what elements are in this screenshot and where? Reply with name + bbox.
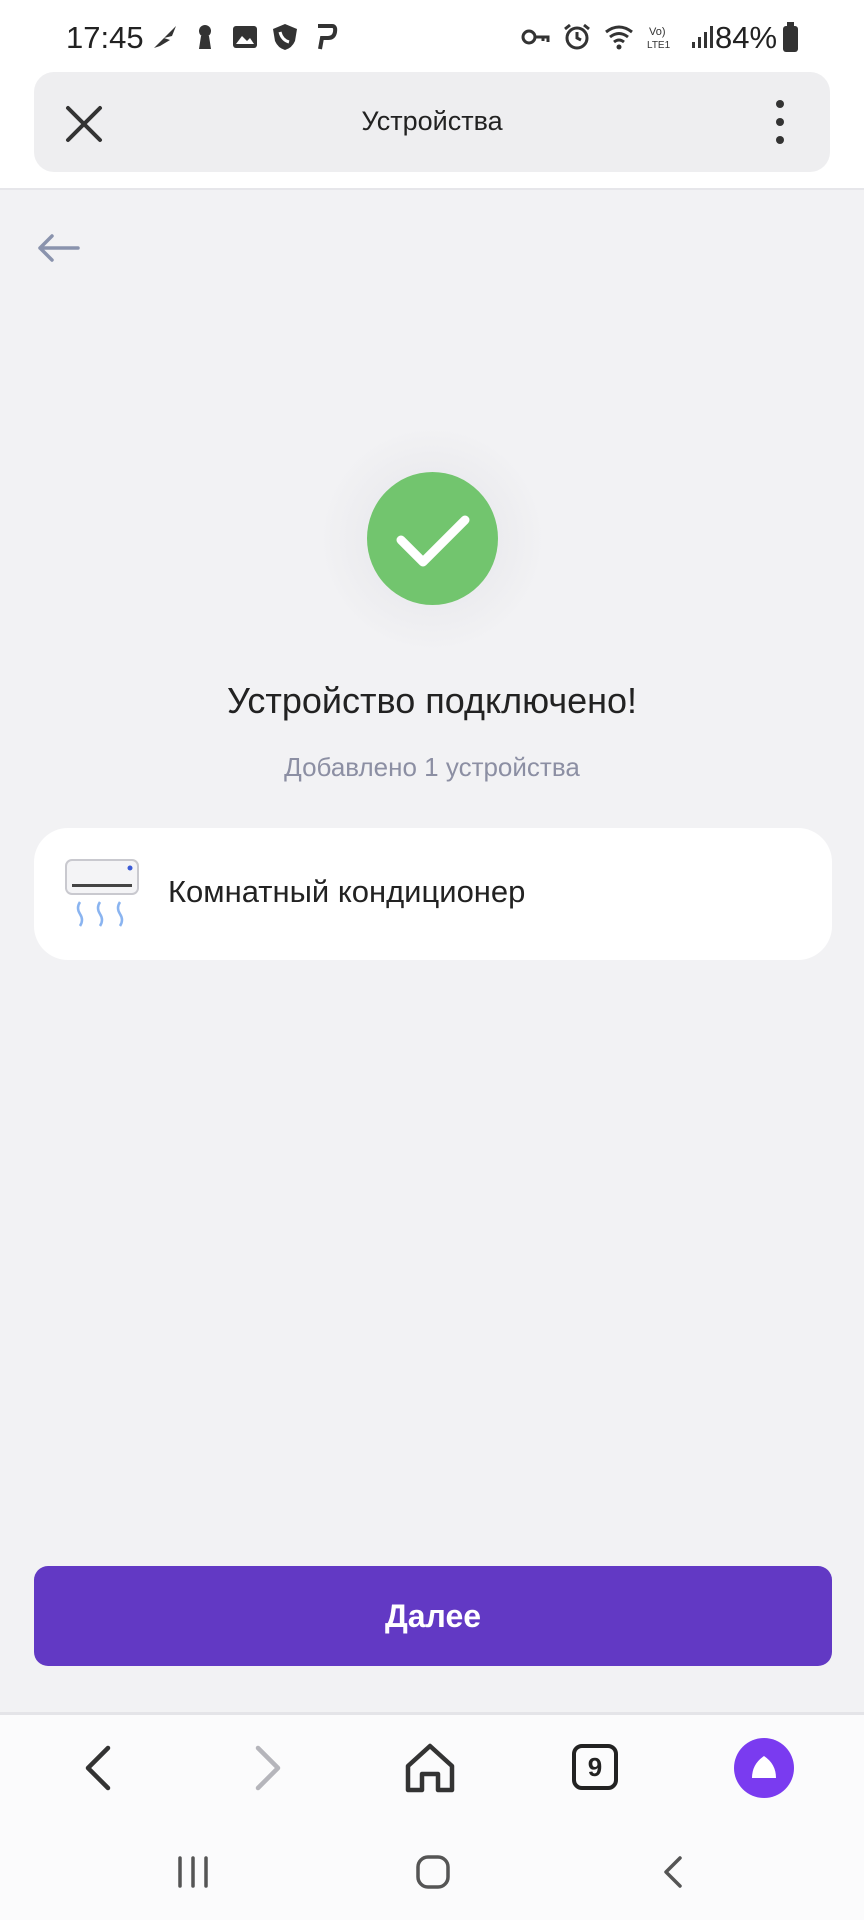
success-circle: [367, 472, 498, 605]
more-vertical-icon[interactable]: [766, 98, 794, 148]
status-time: 17:45: [66, 20, 144, 55]
home-icon[interactable]: [400, 1738, 460, 1798]
p-icon: [318, 24, 338, 50]
checkmark-icon: [396, 515, 470, 567]
key-icon: [521, 29, 550, 45]
recent-apps-icon[interactable]: [168, 1852, 218, 1892]
status-right-icons: Vo) LTE1: [520, 22, 718, 52]
feather-icon: [154, 26, 176, 48]
alice-icon[interactable]: [734, 1738, 794, 1798]
home-circle-icon[interactable]: [408, 1852, 458, 1892]
signal-icon: [692, 26, 713, 48]
shield-call-icon: [273, 24, 297, 50]
keyhole-icon: [199, 25, 211, 49]
air-conditioner-icon: [65, 859, 139, 927]
forward-icon[interactable]: [236, 1738, 296, 1798]
success-subtitle: Добавлено 1 устройства: [284, 752, 580, 782]
success-title: Устройство подключено!: [226, 680, 638, 721]
battery-icon: [783, 22, 798, 52]
tabs-icon[interactable]: 9: [572, 1744, 618, 1790]
device-name: Комнатный кондиционер: [168, 874, 526, 909]
alice-shape-icon: [752, 1756, 776, 1778]
image-icon: [233, 26, 257, 48]
next-button[interactable]: Далее: [34, 1566, 832, 1666]
back-icon[interactable]: [70, 1738, 130, 1798]
back-chevron-icon[interactable]: [650, 1852, 700, 1892]
svg-text:LTE1: LTE1: [647, 40, 671, 51]
svg-text:Vo): Vo): [649, 26, 666, 38]
alarm-icon: [564, 23, 590, 50]
page-title: Устройства: [361, 106, 503, 136]
device-card[interactable]: Комнатный кондиционер: [34, 828, 832, 960]
volte-icon: Vo) LTE1: [647, 26, 671, 51]
wifi-icon: [605, 25, 633, 50]
status-bar: 17:45 Vo) LTE1 84%: [0, 0, 864, 78]
battery-level: 84%: [715, 20, 778, 55]
status-left-icons: [150, 22, 340, 52]
arrow-left-icon[interactable]: [34, 228, 84, 268]
